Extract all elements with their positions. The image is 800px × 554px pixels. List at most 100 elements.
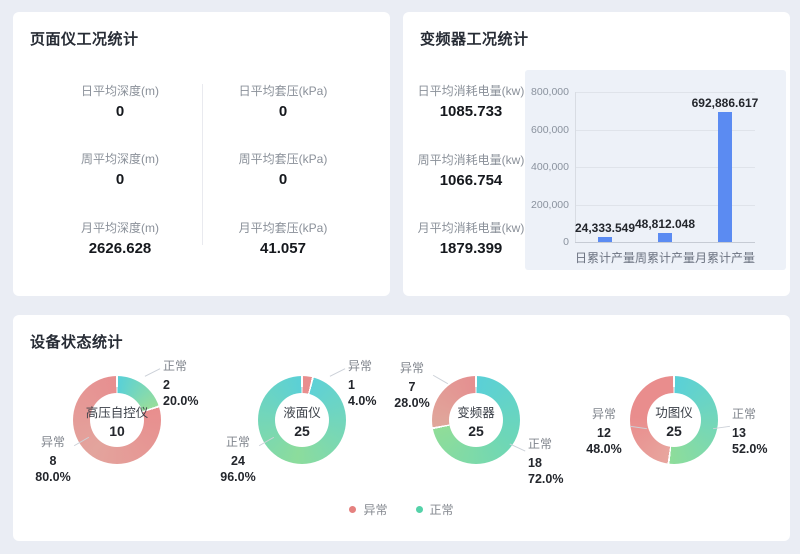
bar-chart-container: 0200,000400,000600,000800,00024,333.549日… (525, 70, 786, 270)
stat-value: 0 (45, 103, 195, 120)
donut-slice-label: 正常 24 96.0% (206, 435, 270, 486)
donut-total: 25 (666, 423, 682, 439)
dashboard-page: { "panel1": { "title": "页面仪工况统计", "stats… (0, 0, 800, 554)
stat-label: 周平均消耗电量(kw) (396, 151, 546, 168)
slice-count: 13 (732, 425, 767, 442)
donut-chart-1[interactable]: 高压自控仪 10 正常 2 20.0% 异常 8 80.0% (17, 335, 217, 505)
donut-slice-label: 异常 12 48.0% (574, 407, 634, 458)
slice-count: 8 (21, 453, 85, 470)
slice-percent: 72.0% (528, 471, 563, 488)
x-tick-label: 月累计产量 (685, 249, 765, 266)
stat-value: 1085.733 (396, 103, 546, 120)
slice-status-name: 异常 (380, 361, 444, 377)
chart-legend: 异常 正常 (13, 501, 790, 518)
stat-value: 2626.628 (45, 240, 195, 257)
slice-count: 7 (380, 379, 444, 396)
donut-total: 25 (294, 423, 310, 439)
legend-dot-normal (416, 506, 423, 513)
donut-center-label: 功图仪 25 (647, 393, 701, 447)
donut-title: 液面仪 (283, 402, 321, 421)
donut-chart-2[interactable]: 液面仪 25 异常 1 4.0% 正常 24 96.0% (202, 335, 402, 505)
donut-center-label: 液面仪 25 (275, 393, 329, 447)
stat-daily-depth: 日平均深度(m) 0 (45, 82, 195, 120)
stat-monthly-casing-pressure: 月平均套压(kPa) 41.057 (208, 219, 358, 257)
stat-value: 1879.399 (396, 240, 546, 257)
slice-count: 18 (528, 455, 563, 472)
slice-count: 2 (163, 377, 198, 394)
y-tick-label: 0 (525, 236, 569, 248)
stat-weekly-power: 周平均消耗电量(kw) 1066.754 (396, 151, 546, 189)
donut-center-label: 高压自控仪 10 (90, 393, 144, 447)
donut-slice-label: 正常 13 52.0% (732, 407, 767, 458)
donut-slice-label: 异常 7 28.0% (380, 361, 444, 412)
slice-status-name: 异常 (574, 407, 634, 423)
gridline (575, 242, 755, 243)
divider (202, 84, 203, 245)
donut-title: 变频器 (457, 402, 495, 421)
slice-percent: 80.0% (21, 469, 85, 486)
panel-inverter-stats: 变频器工况统计 日平均消耗电量(kw) 1085.733 周平均消耗电量(kw)… (403, 12, 790, 296)
slice-percent: 4.0% (348, 393, 377, 410)
y-tick-label: 600,000 (525, 124, 569, 136)
stat-label: 日平均套压(kPa) (208, 82, 358, 99)
bar-value-label: 692,886.617 (670, 96, 780, 110)
slice-status-name: 异常 (348, 359, 377, 375)
donut-title: 高压自控仪 (86, 402, 149, 421)
legend-dot-abnormal (349, 506, 356, 513)
slice-percent: 20.0% (163, 393, 198, 410)
bar[interactable] (658, 233, 672, 242)
donut-title: 功图仪 (655, 402, 693, 421)
donut-slice-label: 正常 18 72.0% (528, 437, 563, 488)
slice-status-name: 正常 (163, 359, 198, 375)
slice-percent: 28.0% (380, 395, 444, 412)
stat-label: 月平均消耗电量(kw) (396, 219, 546, 236)
donut-total: 10 (109, 423, 125, 439)
legend-label: 异常 (363, 501, 387, 518)
slice-status-name: 正常 (528, 437, 563, 453)
stat-value: 41.057 (208, 240, 358, 257)
stat-monthly-depth: 月平均深度(m) 2626.628 (45, 219, 195, 257)
slice-status-name: 正常 (206, 435, 270, 451)
stat-value: 0 (208, 171, 358, 188)
stat-label: 月平均深度(m) (45, 219, 195, 236)
stat-monthly-power: 月平均消耗电量(kw) 1879.399 (396, 219, 546, 257)
bar-chart: 0200,000400,000600,000800,00024,333.549日… (525, 70, 786, 270)
slice-status-name: 异常 (21, 435, 85, 451)
donut-center-label: 变频器 25 (449, 393, 503, 447)
gridline (575, 92, 755, 93)
y-tick-label: 200,000 (525, 199, 569, 211)
bar[interactable] (718, 112, 732, 242)
slice-percent: 48.0% (574, 441, 634, 458)
donut-slice-label: 异常 8 80.0% (21, 435, 85, 486)
donut-chart-4[interactable]: 功图仪 25 正常 13 52.0% 异常 12 48.0% (574, 335, 774, 505)
stat-weekly-casing-pressure: 周平均套压(kPa) 0 (208, 150, 358, 188)
stat-label: 月平均套压(kPa) (208, 219, 358, 236)
stat-value: 0 (208, 103, 358, 120)
stat-value: 0 (45, 171, 195, 188)
panel-device-status-stats: 设备状态统计 高压自控仪 10正常 2 20.0%异常 8 80.0% 液面仪 … (13, 315, 790, 541)
stat-label: 周平均深度(m) (45, 150, 195, 167)
stat-value: 1066.754 (396, 172, 546, 189)
donut-chart-3[interactable]: 变频器 25 正常 18 72.0% 异常 7 28.0% (376, 335, 576, 505)
stat-daily-power: 日平均消耗电量(kw) 1085.733 (396, 82, 546, 120)
stat-weekly-depth: 周平均深度(m) 0 (45, 150, 195, 188)
donut-total: 25 (468, 423, 484, 439)
stat-label: 日平均消耗电量(kw) (396, 82, 546, 99)
panel-page-meter-stats: 页面仪工况统计 日平均深度(m) 0 周平均深度(m) 0 月平均深度(m) 2… (13, 12, 390, 296)
legend-item-normal[interactable]: 正常 (416, 501, 454, 518)
panel-title: 页面仪工况统计 (30, 28, 139, 49)
legend-label: 正常 (430, 501, 454, 518)
donut-slice-label: 异常 1 4.0% (348, 359, 377, 410)
slice-percent: 96.0% (206, 469, 270, 486)
donut-slice-label: 正常 2 20.0% (163, 359, 198, 410)
bar-value-label: 48,812.048 (610, 217, 720, 231)
bar[interactable] (598, 237, 612, 242)
slice-count: 1 (348, 377, 377, 394)
y-tick-label: 800,000 (525, 86, 569, 98)
legend-item-abnormal[interactable]: 异常 (349, 501, 387, 518)
stat-daily-casing-pressure: 日平均套压(kPa) 0 (208, 82, 358, 120)
stat-label: 周平均套压(kPa) (208, 150, 358, 167)
slice-count: 12 (574, 425, 634, 442)
panel-title: 变频器工况统计 (420, 28, 529, 49)
y-axis-line (575, 92, 576, 242)
